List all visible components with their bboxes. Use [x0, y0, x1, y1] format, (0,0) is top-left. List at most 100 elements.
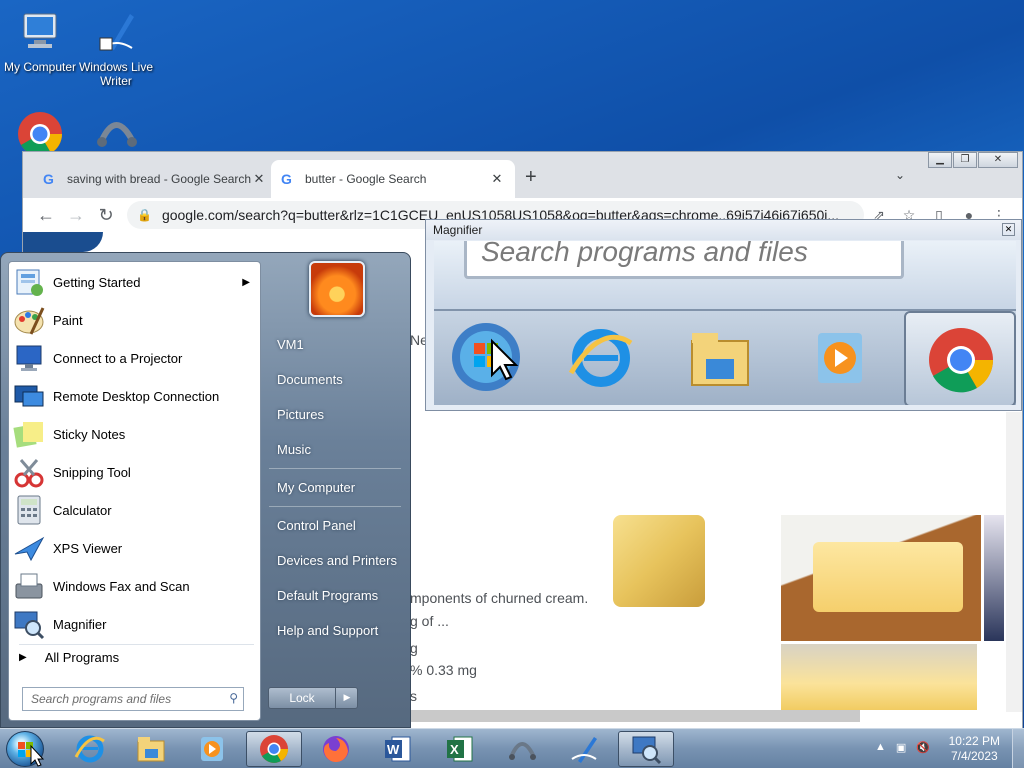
chrome-icon: [260, 735, 288, 763]
separator: [19, 644, 254, 645]
taskbar-magnifier[interactable]: [618, 731, 674, 767]
system-tray: ▲ ▣ 🔇: [875, 741, 930, 754]
start-link-help-support[interactable]: Help and Support: [277, 623, 378, 638]
getting-started-icon: [16, 269, 43, 296]
start-item-sticky-notes[interactable]: Sticky Notes: [13, 416, 258, 452]
svg-text:W: W: [387, 742, 400, 757]
start-search-input[interactable]: Search programs and files ⚲: [22, 687, 244, 711]
explorer-icon: [137, 737, 165, 762]
ie-icon: [74, 735, 105, 763]
start-item-calculator[interactable]: Calculator: [13, 492, 258, 528]
new-tab-button[interactable]: +: [525, 166, 537, 189]
desktop-icon-my-computer[interactable]: My Computer: [0, 8, 80, 74]
fax-icon: [15, 573, 43, 599]
remote-desktop-icon: [14, 385, 44, 407]
close-window-button[interactable]: ✕: [978, 152, 1018, 168]
start-link-my-computer[interactable]: My Computer: [277, 480, 355, 495]
start-link-vm1[interactable]: VM1: [277, 337, 304, 352]
start-item-snipping-tool[interactable]: Snipping Tool: [13, 454, 258, 490]
butter-image-small[interactable]: [781, 644, 977, 710]
calculator-icon: [17, 495, 41, 525]
taskbar-ie[interactable]: [62, 731, 118, 767]
start-link-control-panel[interactable]: Control Panel: [277, 518, 356, 533]
snippet-line: g: [410, 640, 418, 656]
taskbar-writer[interactable]: [556, 731, 612, 767]
start-item-connect-projector[interactable]: Connect to a Projector: [13, 340, 258, 376]
clock-date: 7/4/2023: [950, 749, 998, 763]
magnified-view: Search programs and files: [434, 241, 1016, 405]
tab-butter[interactable]: G butter - Google Search ✕: [271, 160, 515, 198]
start-link-music[interactable]: Music: [277, 442, 311, 457]
snippet-line: s: [410, 688, 417, 704]
snippet-line: g of ...: [410, 613, 449, 629]
ie-icon: [568, 329, 633, 387]
taskbar-excel[interactable]: X: [432, 731, 488, 767]
start-item-paint[interactable]: Paint: [13, 302, 258, 338]
xps-viewer-icon: [14, 536, 45, 562]
shutdown-options-arrow[interactable]: ▶: [335, 687, 358, 709]
sticky-notes-icon: [13, 422, 43, 448]
start-item-fax-scan[interactable]: Windows Fax and Scan: [13, 568, 258, 604]
close-icon[interactable]: ✕: [489, 171, 505, 187]
minimize-button[interactable]: ▁: [928, 152, 952, 168]
magnifier-title: Magnifier: [426, 220, 1021, 240]
clock[interactable]: 10:22 PM 7/4/2023: [949, 734, 1000, 764]
taskbar-media-player[interactable]: [184, 731, 240, 767]
magnified-taskbar: [434, 309, 1016, 405]
taskbar-firefox[interactable]: [308, 731, 364, 767]
tab-saving-with-bread[interactable]: G saving with bread - Google Search ✕: [33, 160, 277, 198]
taskbar: W X ▲ ▣ 🔇 10:22 PM 7/4/2023: [0, 728, 1024, 768]
taskbar-explorer[interactable]: [123, 731, 179, 767]
media-player-icon: [818, 333, 862, 383]
pen-icon: [92, 8, 140, 56]
magnified-chrome-tile: [904, 311, 1016, 405]
separator: [269, 468, 401, 469]
chevron-down-icon[interactable]: ⌄: [895, 168, 905, 182]
media-player-icon: [201, 737, 223, 761]
all-programs-button[interactable]: ▶ All Programs: [19, 650, 119, 665]
paint-icon: [14, 307, 45, 335]
forward-button[interactable]: →: [61, 205, 91, 226]
network-status-icon[interactable]: ▣: [896, 741, 906, 754]
taskbar-network[interactable]: [494, 731, 550, 767]
back-button[interactable]: ←: [31, 205, 61, 226]
start-menu: Getting Started ▶ Paint Connect to a Pro…: [0, 252, 411, 728]
start-link-documents[interactable]: Documents: [277, 372, 343, 387]
snipping-tool-icon: [14, 459, 44, 488]
firefox-icon: [323, 736, 349, 763]
projector-icon: [16, 345, 42, 371]
magnifier-window: Magnifier ✕ Search programs and files: [425, 219, 1022, 411]
volume-muted-icon[interactable]: 🔇: [916, 741, 930, 754]
butter-image-edge[interactable]: [984, 515, 1004, 641]
window-controls: ▁ ❐ ✕: [927, 152, 1018, 170]
start-link-devices-printers[interactable]: Devices and Printers: [277, 553, 397, 568]
horizontal-scrollbar[interactable]: [410, 710, 860, 722]
google-icon: G: [281, 171, 292, 187]
taskbar-chrome[interactable]: [246, 731, 302, 767]
start-item-getting-started[interactable]: Getting Started ▶: [13, 264, 258, 300]
tab-bar: G saving with bread - Google Search ✕ G …: [23, 152, 1022, 198]
start-item-remote-desktop[interactable]: Remote Desktop Connection: [13, 378, 258, 414]
show-desktop-button[interactable]: [1012, 729, 1024, 768]
butter-image-thumb[interactable]: [613, 515, 705, 607]
desktop-icon-windows-live-writer[interactable]: Windows Live Writer: [76, 8, 156, 88]
start-button[interactable]: [6, 731, 45, 767]
windows-orb-icon: [452, 323, 520, 391]
start-item-xps-viewer[interactable]: XPS Viewer: [13, 530, 258, 566]
user-picture[interactable]: [309, 261, 365, 317]
magnified-search-box: Search programs and files: [464, 241, 904, 279]
maximize-button[interactable]: ❐: [953, 152, 977, 168]
snippet-line: % 0.33 mg: [410, 662, 477, 678]
writer-icon: [571, 737, 597, 763]
vertical-scrollbar[interactable]: [1006, 412, 1022, 712]
close-icon[interactable]: ✕: [251, 171, 267, 187]
start-item-magnifier[interactable]: Magnifier: [13, 606, 258, 642]
show-hidden-icons-button[interactable]: ▲: [875, 741, 886, 754]
separator: [269, 506, 401, 507]
search-icon[interactable]: ⚲: [229, 691, 238, 705]
close-icon[interactable]: ✕: [1002, 223, 1015, 236]
start-link-default-programs[interactable]: Default Programs: [277, 588, 378, 603]
reload-button[interactable]: ↻: [91, 205, 121, 226]
taskbar-word[interactable]: W: [370, 731, 426, 767]
start-link-pictures[interactable]: Pictures: [277, 407, 324, 422]
